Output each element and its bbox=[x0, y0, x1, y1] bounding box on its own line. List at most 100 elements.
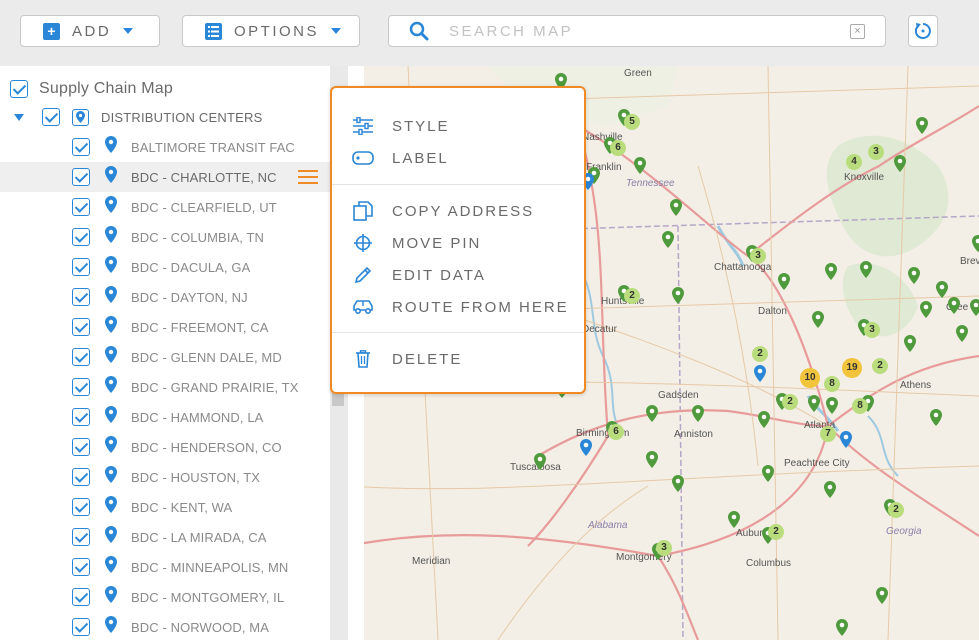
item-checkbox[interactable] bbox=[72, 138, 90, 156]
item-checkbox[interactable] bbox=[72, 168, 90, 186]
pin-cluster[interactable]: 2 bbox=[752, 346, 768, 362]
item-checkbox[interactable] bbox=[72, 258, 90, 276]
map-pin[interactable] bbox=[758, 411, 770, 428]
item-checkbox[interactable] bbox=[72, 378, 90, 396]
options-button[interactable]: OPTIONS bbox=[182, 15, 360, 47]
menu-item-edit-data[interactable]: EDIT DATA bbox=[332, 259, 584, 291]
map-pin[interactable] bbox=[936, 281, 948, 298]
sidebar-item[interactable]: BDC - FREEMONT, CA bbox=[0, 312, 330, 342]
sidebar-item[interactable]: BDC - GRAND PRAIRIE, TX bbox=[0, 372, 330, 402]
item-checkbox[interactable] bbox=[72, 468, 90, 486]
pin-cluster[interactable]: 8 bbox=[824, 376, 840, 392]
map-pin[interactable] bbox=[972, 235, 979, 252]
pin-cluster[interactable]: 6 bbox=[608, 424, 624, 440]
menu-item-delete[interactable]: DELETE bbox=[332, 343, 584, 375]
map-pin[interactable] bbox=[908, 267, 920, 284]
menu-item-move-pin[interactable]: MOVE PIN bbox=[332, 227, 584, 259]
sidebar-item[interactable]: BDC - MONTGOMERY, IL bbox=[0, 582, 330, 612]
pin-cluster[interactable]: 6 bbox=[610, 140, 626, 156]
map-pin[interactable] bbox=[825, 263, 837, 280]
map-pin[interactable] bbox=[646, 451, 658, 468]
item-checkbox[interactable] bbox=[72, 198, 90, 216]
map-pin[interactable] bbox=[728, 511, 740, 528]
item-checkbox[interactable] bbox=[72, 318, 90, 336]
map-pin[interactable] bbox=[812, 311, 824, 328]
map-pin[interactable] bbox=[836, 619, 848, 636]
item-checkbox[interactable] bbox=[72, 498, 90, 516]
search-input[interactable]: SEARCH MAP × bbox=[388, 15, 886, 47]
map-pin[interactable] bbox=[916, 117, 928, 134]
map-pin[interactable] bbox=[762, 465, 774, 482]
sidebar-item[interactable]: BDC - CHARLOTTE, NC bbox=[0, 162, 330, 192]
refresh-button[interactable] bbox=[908, 15, 938, 47]
pin-cluster[interactable]: 3 bbox=[864, 322, 880, 338]
pin-cluster[interactable]: 2 bbox=[872, 358, 888, 374]
map-pin[interactable] bbox=[662, 231, 674, 248]
map-pin[interactable] bbox=[670, 199, 682, 216]
map-pin[interactable] bbox=[894, 155, 906, 172]
item-checkbox[interactable] bbox=[72, 528, 90, 546]
map-pin[interactable] bbox=[646, 405, 658, 422]
pin-cluster[interactable]: 5 bbox=[624, 114, 640, 130]
pin-cluster[interactable]: 3 bbox=[868, 144, 884, 160]
sidebar-item[interactable]: BALTIMORE TRANSIT FAC bbox=[0, 132, 330, 162]
map-pin[interactable] bbox=[930, 409, 942, 426]
sidebar-item[interactable]: BDC - DACULA, GA bbox=[0, 252, 330, 282]
sidebar-item[interactable]: BDC - HOUSTON, TX bbox=[0, 462, 330, 492]
sidebar-item[interactable]: BDC - COLUMBIA, TN bbox=[0, 222, 330, 252]
map-pin[interactable] bbox=[692, 405, 704, 422]
item-checkbox[interactable] bbox=[72, 558, 90, 576]
map-pin[interactable] bbox=[672, 475, 684, 492]
sidebar-item[interactable]: BDC - KENT, WA bbox=[0, 492, 330, 522]
pin-cluster[interactable]: 2 bbox=[782, 394, 798, 410]
item-checkbox[interactable] bbox=[72, 588, 90, 606]
pin-cluster[interactable]: 8 bbox=[852, 398, 868, 414]
map-pin[interactable] bbox=[634, 157, 646, 174]
group-checkbox[interactable] bbox=[42, 108, 60, 126]
map-pin[interactable] bbox=[860, 261, 872, 278]
map-pin[interactable] bbox=[826, 397, 838, 414]
pin-cluster[interactable]: 2 bbox=[888, 502, 904, 518]
map-pin[interactable] bbox=[970, 299, 979, 316]
map-pin-blue[interactable] bbox=[580, 439, 592, 456]
expand-toggle-icon[interactable] bbox=[14, 113, 24, 121]
sidebar-item[interactable]: BDC - LA MIRADA, CA bbox=[0, 522, 330, 552]
pin-cluster[interactable]: 7 bbox=[820, 426, 836, 442]
item-checkbox[interactable] bbox=[72, 438, 90, 456]
pin-cluster[interactable]: 3 bbox=[656, 540, 672, 556]
scrollbar-thumb[interactable] bbox=[332, 392, 344, 406]
map-pin[interactable] bbox=[778, 273, 790, 290]
pin-cluster[interactable]: 4 bbox=[846, 154, 862, 170]
sidebar-item[interactable]: BDC - CLEARFIELD, UT bbox=[0, 192, 330, 222]
sidebar-item[interactable]: BDC - DAYTON, NJ bbox=[0, 282, 330, 312]
item-checkbox[interactable] bbox=[72, 408, 90, 426]
map-pin[interactable] bbox=[876, 587, 888, 604]
map-pin[interactable] bbox=[956, 325, 968, 342]
map-pin[interactable] bbox=[904, 335, 916, 352]
sidebar-item[interactable]: BDC - GLENN DALE, MD bbox=[0, 342, 330, 372]
item-checkbox[interactable] bbox=[72, 618, 90, 636]
sidebar-item[interactable]: BDC - HENDERSON, CO bbox=[0, 432, 330, 462]
pin-cluster[interactable]: 2 bbox=[768, 524, 784, 540]
map-checkbox[interactable] bbox=[10, 80, 28, 98]
map-pin[interactable] bbox=[534, 453, 546, 470]
add-button[interactable]: + ADD bbox=[20, 15, 160, 47]
map-pin-blue[interactable] bbox=[754, 365, 766, 382]
map-pin[interactable] bbox=[808, 395, 820, 412]
map-pin[interactable] bbox=[920, 301, 932, 318]
map-pin[interactable] bbox=[948, 297, 960, 314]
menu-item-route-from-here[interactable]: ROUTE FROM HERE bbox=[332, 291, 584, 323]
menu-item-label-pin[interactable]: LABEL bbox=[332, 142, 584, 174]
menu-item-style[interactable]: STYLE bbox=[332, 110, 584, 142]
map-pin[interactable] bbox=[824, 481, 836, 498]
map-pin[interactable] bbox=[672, 287, 684, 304]
sidebar-item[interactable]: BDC - HAMMOND, LA bbox=[0, 402, 330, 432]
pin-cluster[interactable]: 19 bbox=[842, 358, 862, 378]
pin-cluster[interactable]: 3 bbox=[750, 248, 766, 264]
pin-cluster[interactable]: 10 bbox=[800, 368, 820, 388]
menu-item-copy-address[interactable]: COPY ADDRESS bbox=[332, 195, 584, 227]
sidebar-item[interactable]: BDC - MINNEAPOLIS, MN bbox=[0, 552, 330, 582]
pin-cluster[interactable]: 2 bbox=[624, 288, 640, 304]
sidebar-item[interactable]: BDC - NORWOOD, MA bbox=[0, 612, 330, 640]
item-checkbox[interactable] bbox=[72, 228, 90, 246]
